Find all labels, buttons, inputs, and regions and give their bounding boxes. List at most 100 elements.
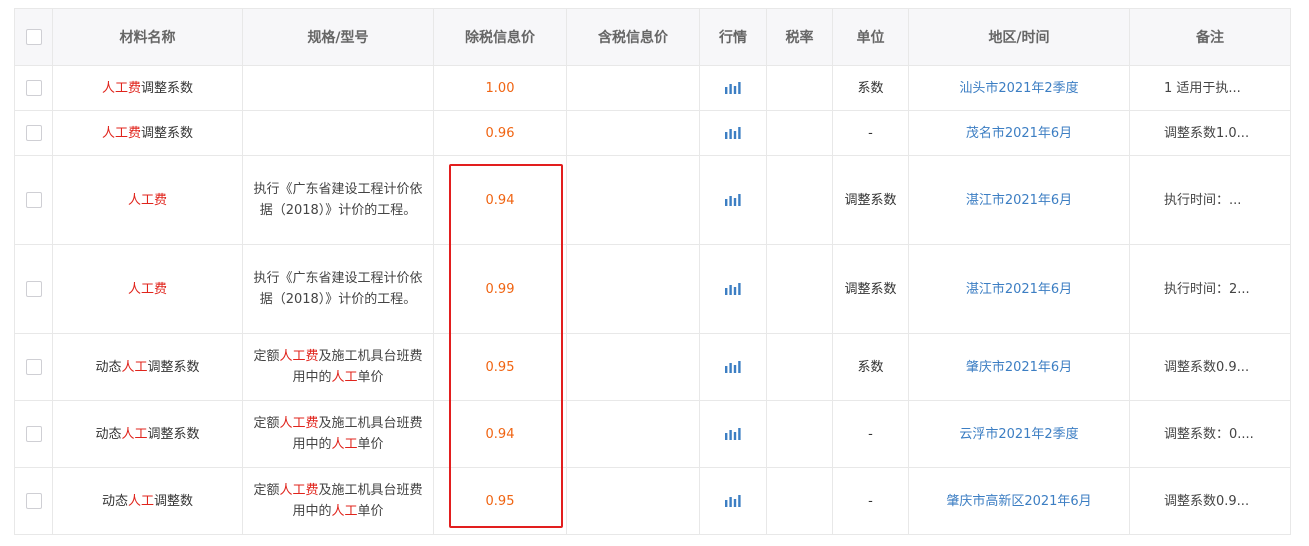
tax-rate-cell (766, 400, 833, 468)
highlighted-keyword: 人工费 (127, 192, 167, 208)
price-ex-tax-cell: 0.99 (433, 244, 567, 334)
column-header-tax-rate[interactable]: 税率 (766, 8, 833, 66)
text-segment: 单价 (357, 504, 384, 519)
checkbox-icon[interactable] (25, 359, 42, 375)
column-header-trend[interactable]: 行情 (699, 8, 767, 66)
select-all-checkbox-icon[interactable] (25, 29, 42, 45)
remark-cell[interactable]: 1 适用于执... (1129, 65, 1291, 111)
row-select-cell[interactable] (14, 400, 53, 468)
bar-chart-icon[interactable] (708, 82, 758, 94)
bar-chart-icon[interactable] (708, 127, 758, 139)
trend-cell[interactable] (699, 244, 767, 334)
row-select-cell[interactable] (14, 467, 53, 535)
region-time-link[interactable]: 湛江市2021年6月 (908, 155, 1130, 245)
bar-chart-icon[interactable] (708, 283, 758, 295)
region-time-link[interactable]: 茂名市2021年6月 (908, 110, 1130, 156)
bar-chart-icon[interactable] (708, 428, 758, 440)
highlighted-keyword: 人工 (121, 426, 148, 442)
text-segment: 定额 (253, 416, 280, 431)
remark-cell[interactable]: 执行时间：... (1129, 155, 1291, 245)
trend-cell[interactable] (699, 155, 767, 245)
trend-cell[interactable] (699, 65, 767, 111)
highlighted-keyword: 人工 (127, 493, 154, 509)
unit-cell: - (832, 110, 909, 156)
row-select-cell[interactable] (14, 155, 53, 245)
trend-cell[interactable] (699, 110, 767, 156)
price-inc-tax-cell (566, 110, 700, 156)
spec-cell: 执行《广东省建设工程计价依据（2018）》计价的工程。 (242, 155, 434, 245)
checkbox-icon[interactable] (25, 493, 42, 509)
table-header-row: 材料名称 规格/型号 除税信息价 含税信息价 行情 税率 单位 地区/时间 备注 (14, 8, 1291, 66)
row-select-cell[interactable] (14, 244, 53, 334)
region-time-link[interactable]: 湛江市2021年6月 (908, 244, 1130, 334)
column-header-unit[interactable]: 单位 (832, 8, 909, 66)
text-segment: 执行《广东省建设工程计价依据（2018）》计价的工程。 (253, 271, 423, 307)
tax-rate-cell (766, 467, 833, 535)
trend-cell[interactable] (699, 467, 767, 535)
column-header-spec[interactable]: 规格/型号 (242, 8, 434, 66)
highlighted-keyword: 人工费 (279, 416, 319, 431)
spec-cell (242, 65, 434, 111)
table-row: 动态人工调整数 定额人工费及施工机具台班费用中的人工单价 0.95- 肇庆市高新区20… (14, 467, 1291, 535)
text-segment: 调整系数 (147, 359, 200, 375)
remark-cell[interactable]: 调整系数0.9... (1129, 467, 1291, 535)
bar-chart-icon[interactable] (708, 495, 758, 507)
text-segment: 单价 (357, 370, 384, 385)
remark-cell[interactable]: 调整系数1.0... (1129, 110, 1291, 156)
checkbox-icon[interactable] (25, 80, 42, 96)
table-row: 人工费 执行《广东省建设工程计价依据（2018）》计价的工程。 0.94 调整系数 湛江… (14, 155, 1291, 245)
text-segment: 定额 (253, 349, 280, 364)
spec-cell: 执行《广东省建设工程计价依据（2018）》计价的工程。 (242, 244, 434, 334)
column-header-region-time[interactable]: 地区/时间 (908, 8, 1130, 66)
region-time-link[interactable]: 汕头市2021年2季度 (908, 65, 1130, 111)
table-row: 动态人工调整系数 定额人工费及施工机具台班费用中的人工单价 0.94- 云浮市2021… (14, 400, 1291, 468)
select-all-cell[interactable] (14, 8, 53, 66)
price-ex-tax-cell: 0.94 (433, 155, 567, 245)
spec-cell: 定额人工费及施工机具台班费用中的人工单价 (242, 333, 434, 401)
text-segment: 调整系数 (141, 125, 194, 141)
column-header-price-ex-tax[interactable]: 除税信息价 (433, 8, 567, 66)
row-select-cell[interactable] (14, 110, 53, 156)
tax-rate-cell (766, 65, 833, 111)
unit-cell: 调整系数 (832, 155, 909, 245)
material-name-cell: 动态人工调整系数 (52, 333, 243, 401)
price-inc-tax-cell (566, 155, 700, 245)
row-select-cell[interactable] (14, 65, 53, 111)
text-segment: 调整系数 (141, 80, 194, 96)
table-body: 人工费调整系数 1.00 系数 汕头市2021年2季度 1 适用于执... 人工费调整系数… (14, 65, 1291, 535)
region-time-link[interactable]: 肇庆市2021年6月 (908, 333, 1130, 401)
highlighted-keyword: 人工 (121, 359, 148, 375)
unit-cell: - (832, 467, 909, 535)
region-time-link[interactable]: 肇庆市高新区2021年6月 (908, 467, 1130, 535)
bar-chart-icon[interactable] (708, 194, 758, 206)
region-time-link[interactable]: 云浮市2021年2季度 (908, 400, 1130, 468)
price-ex-tax-cell: 0.96 (433, 110, 567, 156)
row-select-cell[interactable] (14, 333, 53, 401)
highlighted-keyword: 人工 (331, 370, 358, 385)
price-ex-tax-cell: 0.95 (433, 333, 567, 401)
remark-cell[interactable]: 调整系数：0.... (1129, 400, 1291, 468)
price-inc-tax-cell (566, 467, 700, 535)
material-name-cell: 动态人工调整数 (52, 467, 243, 535)
highlighted-keyword: 人工 (331, 437, 358, 452)
checkbox-icon[interactable] (25, 281, 42, 297)
highlighted-keyword: 人工 (331, 504, 358, 519)
trend-cell[interactable] (699, 333, 767, 401)
tax-rate-cell (766, 244, 833, 334)
checkbox-icon[interactable] (25, 192, 42, 208)
spec-cell: 定额人工费及施工机具台班费用中的人工单价 (242, 467, 434, 535)
remark-cell[interactable]: 执行时间：2... (1129, 244, 1291, 334)
checkbox-icon[interactable] (25, 426, 42, 442)
remark-cell[interactable]: 调整系数0.9... (1129, 333, 1291, 401)
price-inc-tax-cell (566, 333, 700, 401)
column-header-name[interactable]: 材料名称 (52, 8, 243, 66)
material-name-cell: 人工费 (52, 244, 243, 334)
checkbox-icon[interactable] (25, 125, 42, 141)
price-inc-tax-cell (566, 244, 700, 334)
price-inc-tax-cell (566, 400, 700, 468)
column-header-price-inc-tax[interactable]: 含税信息价 (566, 8, 700, 66)
trend-cell[interactable] (699, 400, 767, 468)
bar-chart-icon[interactable] (708, 361, 758, 373)
column-header-remark[interactable]: 备注 (1129, 8, 1291, 66)
material-name-cell: 人工费调整系数 (52, 110, 243, 156)
